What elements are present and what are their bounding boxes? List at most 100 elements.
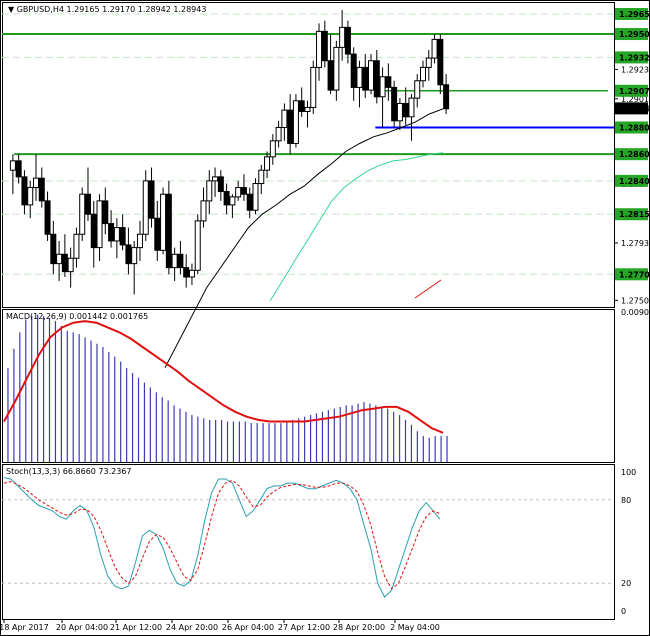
candle-body	[373, 60, 380, 98]
candle-body	[217, 176, 224, 193]
candle-body	[194, 220, 201, 271]
candle-body	[90, 213, 97, 249]
candle-body	[321, 30, 328, 62]
candle-body	[287, 109, 294, 144]
candle-body	[310, 66, 317, 108]
x-tick-label: 24 Apr 20:00	[166, 623, 218, 632]
candle-body	[125, 244, 132, 265]
candle-body	[235, 187, 242, 198]
candle-body	[385, 76, 392, 88]
ma-slow-line	[164, 108, 444, 368]
candle-body	[223, 191, 230, 206]
red-indicator-segment	[414, 279, 442, 299]
candle-body	[21, 176, 28, 206]
candle-body	[27, 187, 34, 206]
candle-body	[362, 66, 369, 91]
price-tag-label: 1.29075	[619, 87, 650, 96]
candle-body	[368, 60, 375, 91]
macd-header: MACD(12,26,9) 0.001442 0.001765	[6, 312, 148, 321]
x-tick-label: 27 Apr 12:00	[278, 623, 330, 632]
candle-body	[96, 200, 103, 249]
candle-body	[67, 257, 74, 273]
candle-body	[396, 102, 403, 122]
price-tag-label: 1.27700	[619, 270, 650, 279]
x-tick-label: 21 Apr 12:00	[110, 623, 162, 632]
candle-body	[437, 38, 444, 86]
candle-body	[38, 177, 45, 202]
candle-body	[136, 233, 143, 249]
candle-body	[212, 176, 219, 182]
candle-body	[252, 183, 259, 211]
candle-body	[304, 106, 311, 112]
candle-body	[79, 193, 86, 235]
candle-body	[206, 180, 213, 202]
price-tag-label: 1.28400	[619, 177, 650, 186]
candle-body	[246, 193, 253, 211]
candle-body	[102, 200, 109, 225]
stoch-header: Stoch(13,3,3) 66.8660 73.2367	[6, 467, 132, 476]
price-tag-label: 1.28943	[619, 104, 650, 113]
candle-body	[73, 233, 80, 259]
candle-body	[431, 38, 438, 59]
candle-body	[264, 156, 271, 171]
candle-body	[339, 26, 346, 48]
candle-body	[420, 66, 427, 82]
x-tick-label: 18 Apr 2017	[0, 623, 49, 632]
candle-body	[108, 223, 115, 242]
candle-body	[131, 247, 138, 265]
candle-body	[281, 109, 288, 128]
candle-body	[148, 180, 155, 219]
candle-body	[425, 57, 432, 68]
candle-body	[408, 97, 415, 118]
candle-body	[414, 80, 421, 99]
candle-body	[165, 193, 172, 269]
x-tick-label: 28 Apr 20:00	[333, 623, 385, 632]
candle-body	[142, 180, 149, 235]
candle-body	[171, 253, 178, 269]
candle-body	[183, 267, 190, 278]
chart-window: ▼ GBPUSD,H4 1.29165 1.29170 1.28942 1.28…	[0, 0, 650, 636]
candle-body	[229, 196, 236, 206]
candle-body	[269, 140, 276, 158]
stoch-y-tick-label: 80	[621, 496, 631, 505]
y-tick-label: 1.27935	[621, 239, 650, 248]
y-tick-label: 1.29235	[621, 65, 650, 74]
stoch-y-tick-label: 20	[621, 579, 631, 588]
stoch-main-line	[3, 477, 441, 598]
candle-body	[344, 26, 351, 55]
price-tag-label: 1.29325	[619, 53, 650, 62]
candle-body	[15, 160, 22, 178]
price-tag-label: 1.29650	[619, 10, 650, 19]
candle-body	[50, 233, 57, 265]
candle-body	[356, 66, 363, 88]
candle-body	[56, 253, 63, 265]
candle-body	[258, 169, 265, 185]
candle-body	[379, 76, 386, 98]
candle-body	[292, 100, 299, 144]
pane-frame-3	[2, 464, 615, 620]
candle-body	[350, 53, 357, 88]
candle-body	[119, 227, 126, 246]
chart-canvas[interactable]: ▼ GBPUSD,H4 1.29165 1.29170 1.28942 1.28…	[0, 0, 650, 636]
candle-body	[177, 253, 184, 269]
candle-body	[316, 30, 323, 68]
candle-body	[154, 217, 161, 251]
price-tag-label: 1.28150	[619, 210, 650, 219]
price-tag-label: 1.28800	[619, 123, 650, 132]
price-tag-label: 1.29500	[619, 30, 650, 39]
candle-body	[200, 200, 207, 222]
x-tick-label: 26 Apr 04:00	[222, 623, 274, 632]
ma-fast-line	[269, 152, 444, 302]
candle-body	[9, 160, 16, 171]
x-tick-label: 2 May 04:00	[390, 623, 440, 632]
candle-body	[113, 227, 120, 242]
candle-body	[391, 86, 398, 122]
macd-signal-line	[3, 320, 444, 434]
pane-frame-2	[2, 309, 615, 463]
y-tick-label: 1.27505	[621, 296, 650, 305]
candle-body	[327, 60, 334, 91]
x-tick-label: 20 Apr 04:00	[56, 623, 108, 632]
candle-body	[443, 84, 450, 110]
candle-body	[32, 177, 39, 189]
candle-body	[240, 187, 247, 195]
